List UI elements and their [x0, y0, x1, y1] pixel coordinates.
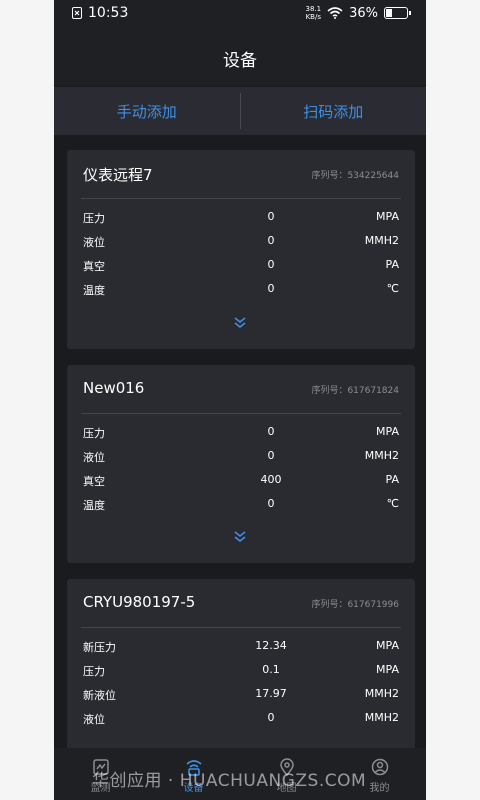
device-card-header: New016 序列号：617671824 — [81, 365, 401, 414]
add-device-bar: 手动添加 扫码添加 — [54, 87, 426, 135]
reading-value: 0 — [267, 711, 275, 724]
status-right: 38.1 KB/s 36% — [306, 5, 411, 21]
reading-unit: MPA — [376, 210, 399, 223]
user-icon — [371, 758, 388, 776]
reading-label: 液位 — [83, 236, 105, 249]
phone-screen: 10:53 38.1 KB/s 36% 设备 手动添加 扫码添加 仪表远程7 序… — [54, 0, 426, 800]
device-name: New016 — [83, 379, 145, 397]
wifi-icon — [327, 7, 343, 19]
device-serial: 序列号：617671996 — [311, 600, 399, 610]
reading-value: 0 — [267, 282, 275, 295]
battery-fill — [386, 9, 392, 17]
reading-unit: PA — [385, 258, 399, 271]
page-title: 设备 — [223, 50, 257, 71]
reading-unit: MMH2 — [364, 711, 399, 724]
reading-unit: ℃ — [386, 282, 399, 295]
reading-row: 真空 400 PA — [83, 468, 399, 492]
reading-value: 0 — [267, 449, 275, 462]
reading-value: 17.97 — [255, 687, 287, 700]
device-name: CRYU980197-5 — [83, 593, 196, 611]
reading-value: 0 — [267, 234, 275, 247]
reading-label: 温度 — [83, 284, 105, 297]
reading-label: 压力 — [83, 212, 105, 225]
reading-unit: MPA — [376, 425, 399, 438]
device-card-header: CRYU980197-5 序列号：617671996 — [81, 579, 401, 628]
device-serial: 序列号：534225644 — [311, 171, 399, 181]
page-header: 设备 — [54, 30, 426, 86]
reading-label: 温度 — [83, 499, 105, 512]
reading-unit: PA — [385, 473, 399, 486]
reading-row: 温度 0 ℃ — [83, 492, 399, 516]
status-left: 10:53 — [72, 5, 128, 21]
reading-row: 液位 0 MMH2 — [83, 444, 399, 468]
reading-label: 压力 — [83, 665, 105, 678]
reading-unit: MMH2 — [364, 234, 399, 247]
device-name: 仪表远程7 — [83, 166, 153, 184]
reading-value: 0 — [267, 210, 275, 223]
reading-unit: MMH2 — [364, 687, 399, 700]
device-card-header: 仪表远程7 序列号：534225644 — [81, 150, 401, 199]
status-time: 10:53 — [88, 5, 129, 21]
device-readings: 新压力 12.34 MPA 压力 0.1 MPA 新液位 17.97 MMH2 液位 0 MMH… — [67, 628, 415, 730]
reading-unit: MMH2 — [364, 449, 399, 462]
reading-value: 12.34 — [255, 639, 287, 652]
reading-value: 0.1 — [262, 663, 280, 676]
reading-label: 新液位 — [83, 689, 116, 702]
reading-row: 温度 0 ℃ — [83, 277, 399, 301]
net-speed-value: 38.1 — [305, 5, 322, 13]
chevron-down-icon[interactable] — [233, 530, 247, 544]
reading-value: 0 — [267, 497, 275, 510]
reading-row: 压力 0 MPA — [83, 420, 399, 444]
reading-label: 压力 — [83, 427, 105, 440]
net-speed: 38.1 KB/s — [306, 5, 322, 21]
reading-label: 新压力 — [83, 641, 116, 654]
tab-label: 我的 — [369, 783, 390, 794]
reading-unit: MPA — [376, 663, 399, 676]
reading-label: 真空 — [83, 260, 105, 273]
reading-label: 液位 — [83, 713, 105, 726]
reading-row: 液位 0 MMH2 — [83, 229, 399, 253]
device-card[interactable]: New016 序列号：617671824 压力 0 MPA 液位 0 MMH2 真空 40… — [67, 365, 415, 563]
reading-label: 液位 — [83, 451, 105, 464]
reading-unit: ℃ — [386, 497, 399, 510]
status-bar: 10:53 38.1 KB/s 36% — [54, 0, 426, 30]
device-readings: 压力 0 MPA 液位 0 MMH2 真空 400 PA 温度 0 ℃ — [67, 414, 415, 516]
manual-add-button[interactable]: 手动添加 — [54, 87, 240, 135]
chevron-down-icon[interactable] — [233, 316, 247, 330]
reading-row: 真空 0 PA — [83, 253, 399, 277]
net-speed-unit: KB/s — [305, 13, 321, 21]
reading-row: 压力 0 MPA — [83, 205, 399, 229]
reading-label: 真空 — [83, 475, 105, 488]
device-readings: 压力 0 MPA 液位 0 MMH2 真空 0 PA 温度 0 ℃ — [67, 199, 415, 301]
reading-row: 新压力 12.34 MPA — [83, 634, 399, 658]
reading-value: 0 — [267, 258, 275, 271]
notification-icon — [72, 7, 82, 19]
battery-percent: 36% — [349, 5, 378, 21]
scan-add-button[interactable]: 扫码添加 — [241, 87, 427, 135]
reading-value: 400 — [260, 473, 282, 486]
reading-unit: MPA — [376, 639, 399, 652]
reading-row: 液位 0 MMH2 — [83, 706, 399, 730]
reading-value: 0 — [267, 425, 275, 438]
reading-row: 压力 0.1 MPA — [83, 658, 399, 682]
battery-icon — [384, 7, 411, 19]
device-serial: 序列号：617671824 — [311, 386, 399, 396]
device-card[interactable]: 仪表远程7 序列号：534225644 压力 0 MPA 液位 0 MMH2 真空 0 PA… — [67, 150, 415, 349]
watermark-text: 华创应用 · HUACHUANGZS.COM — [92, 771, 367, 791]
reading-row: 新液位 17.97 MMH2 — [83, 682, 399, 706]
